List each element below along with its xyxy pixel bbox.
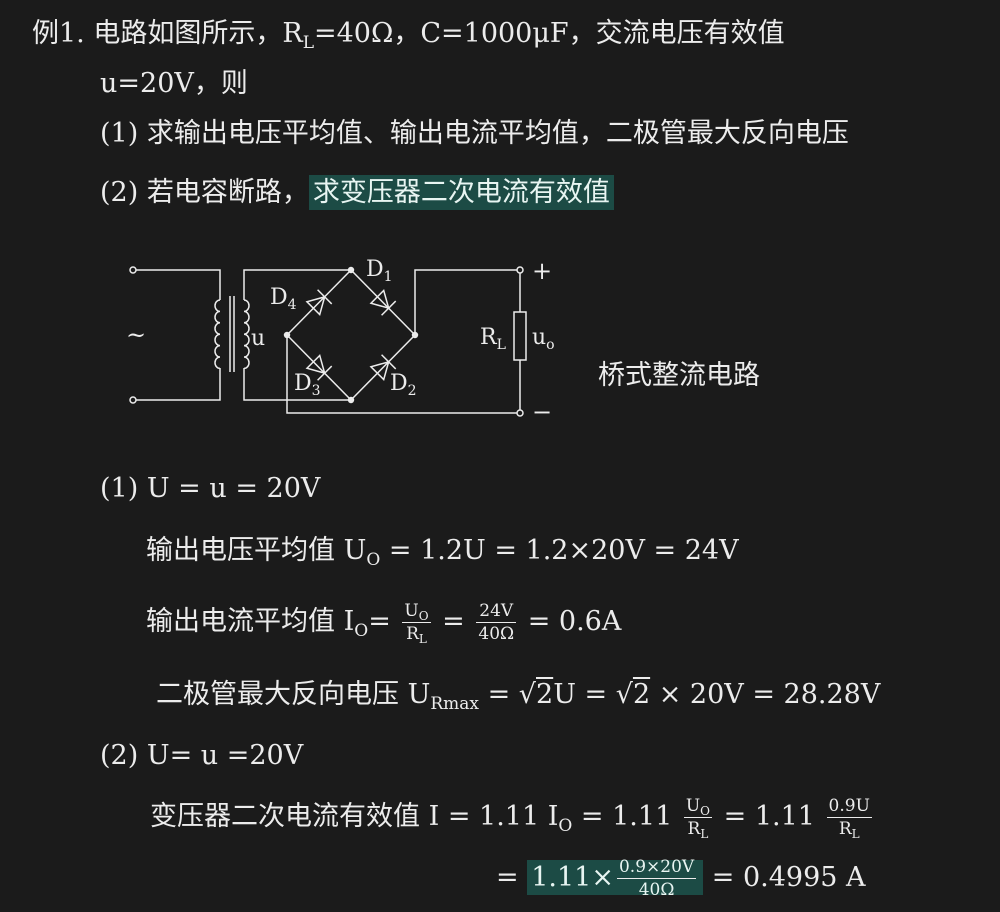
d1-label: D1 [366, 257, 393, 285]
uo-label: uo [532, 325, 555, 353]
solution-2-line-2: = 1.11× 0.9×20V 40Ω = 0.4995 A [496, 856, 866, 901]
factor-1: = 1.11 [572, 801, 673, 832]
problem-text-1: 电路如图所示，R [93, 18, 303, 49]
solution-1-line-2: 输出电流平均值 IO= UO RL = 24V 40Ω = 0.6A [146, 601, 622, 646]
bridge-node-left [283, 331, 291, 339]
bridge-node-bottom [347, 396, 355, 404]
fraction-uo-over-rl: UO RL [402, 601, 431, 646]
rl-subscript: L [302, 33, 314, 53]
question-2-highlight: 求变压器二次电流有效值 [308, 175, 614, 210]
uo-subscript: O [366, 550, 381, 570]
solution-2-head: (2) U= u =20V [100, 740, 304, 771]
bridge-node-right [411, 331, 419, 339]
question-1: (1) 求输出电压平均值、输出电流平均值，二极管最大反向电压 [100, 118, 849, 149]
bridge-edge-d4 [286, 269, 352, 336]
d2-label: D2 [390, 371, 417, 399]
problem-line-1: 例1. 电路如图所示，RL=40Ω，C=1000μF，交流电压有效值 [32, 16, 785, 52]
problem-label: 例1. [32, 18, 85, 49]
question-2: (2) 若电容断路， 求变压器二次电流有效值 [100, 175, 614, 211]
load-resistor [513, 311, 527, 361]
max-reverse-voltage-text: 二极管最大反向电压 U [156, 679, 431, 710]
solution-2-line-1: 变压器二次电流有效值 I = 1.11 IO = 1.11 UO RL = 1.1… [150, 795, 875, 840]
question-2-text: (2) 若电容断路， [100, 177, 309, 208]
max-reverse-voltage-result: × 20V = 28.28V [650, 679, 881, 710]
output-terminal-minus [516, 409, 524, 417]
equals-sign: = [368, 606, 391, 637]
avg-current-text: 输出电流平均值 I [146, 606, 355, 637]
factor-2: = 1.11 [723, 801, 815, 832]
fraction-final: 0.9×20V 40Ω [616, 857, 697, 900]
avg-voltage-result: = 1.2U = 1.2×20V = 24V [380, 535, 739, 566]
d3-label: D3 [294, 371, 321, 399]
final-result: = 0.4995 A [711, 862, 866, 893]
sqrt-radicand-1: 2 [536, 679, 554, 710]
d4-label: D4 [270, 285, 297, 313]
secondary-coil [243, 299, 250, 370]
plus-sign: + [532, 257, 552, 285]
secondary-voltage-label: u [251, 326, 265, 351]
problem-text-1b: =40Ω，C=1000μF，交流电压有效值 [314, 18, 785, 49]
output-wire-top [414, 269, 517, 335]
avg-voltage-text: 输出电压平均值 U [146, 535, 367, 566]
fraction-24v-over-40ohm: 24V 40Ω [476, 601, 517, 644]
io-subscript-2: O [558, 816, 573, 836]
output-terminal-plus [516, 266, 524, 274]
ac-source-symbol: ~ [126, 321, 146, 349]
solution-1-head: (1) U = u = 20V [100, 473, 321, 504]
urmax-subscript: Rmax [430, 694, 479, 714]
bridge-rectifier-diagram: ~ u D1 D4 D3 D2 RL uo + − [126, 257, 555, 426]
sqrt-sign-1: = √ [479, 679, 536, 710]
rms-current-text: 变压器二次电流有效值 I = 1.11 I [150, 801, 559, 832]
avg-current-result: = 0.6A [527, 606, 622, 637]
io-subscript: O [354, 621, 369, 641]
input-terminal-bottom [129, 396, 137, 404]
sqrt-sign-2: U = √ [553, 679, 633, 710]
equals-sign-2: = [496, 862, 519, 893]
sqrt-radicand-2: 2 [632, 679, 651, 710]
input-terminal-top [129, 266, 137, 274]
solution-1-line-3: 二极管最大反向电压 URmax = √2U = √2 × 20V = 28.28… [156, 677, 880, 713]
primary-coil [214, 299, 221, 370]
final-highlight: 1.11× 0.9×20V 40Ω [527, 857, 704, 900]
rl-label: RL [480, 325, 506, 353]
fraction-uo-over-rl-2: UO RL [683, 796, 713, 841]
fraction-09u-over-rl: 0.9U RL [826, 796, 872, 841]
solution-1-line-1: 输出电压平均值 UO = 1.2U = 1.2×20V = 24V [146, 533, 739, 569]
bridge-node-top [347, 266, 355, 274]
problem-line-2: u=20V，则 [100, 68, 248, 99]
input-wire-bottom [136, 368, 221, 401]
secondary-wire-top [243, 269, 351, 300]
minus-sign: − [532, 398, 552, 426]
circuit-caption: 桥式整流电路 [598, 360, 760, 391]
input-wire-top [136, 269, 221, 300]
